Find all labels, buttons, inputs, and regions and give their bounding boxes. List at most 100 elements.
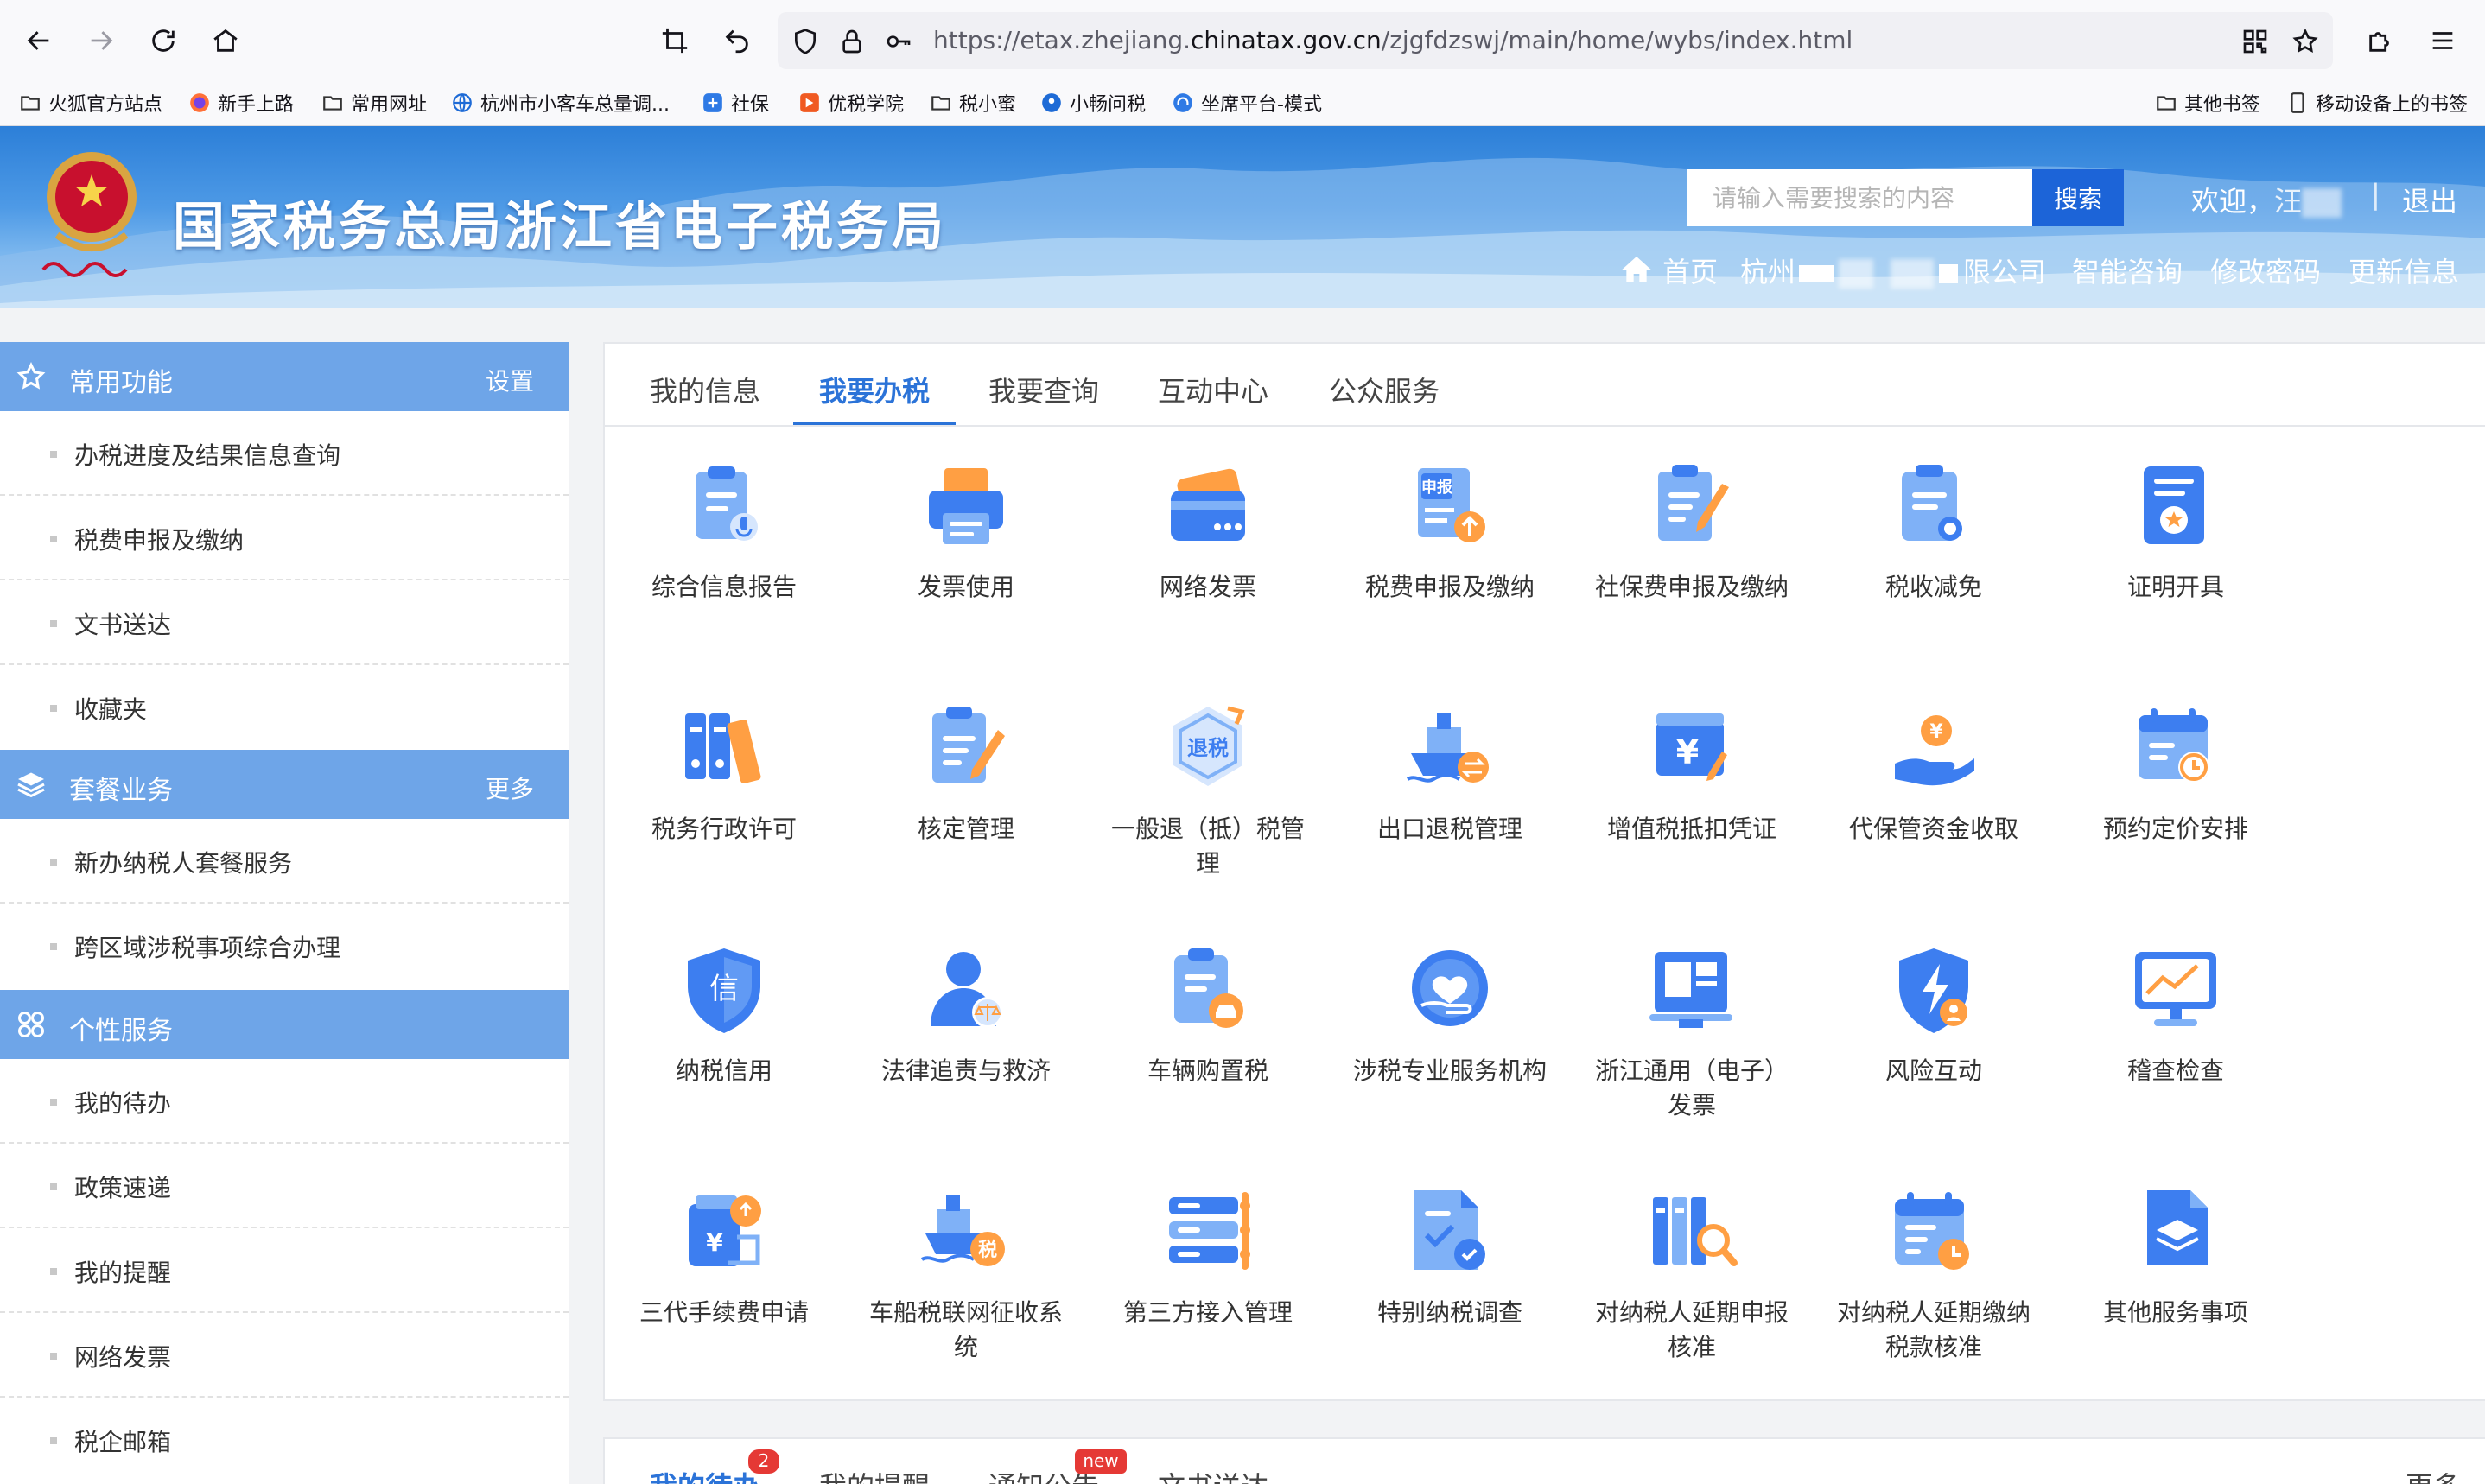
service-tile-label: 一般退（抵）税管理 (1110, 815, 1305, 878)
bookmark-item[interactable]: 移动设备上的书签 (2286, 88, 2468, 117)
vehicle-tax-icon (1160, 943, 1255, 1038)
screenshot-button[interactable] (653, 19, 696, 62)
service-tile[interactable]: 稽查检查 (2072, 943, 2279, 1151)
service-tile[interactable]: 证明开具 (2072, 460, 2279, 667)
smart-consult-link[interactable]: 智能咨询 (2072, 251, 2183, 290)
service-tile[interactable]: 社保费申报及缴纳 (1588, 460, 1795, 667)
forward-button[interactable] (79, 19, 123, 62)
site-title: 国家税务总局浙江省电子税务局 (173, 197, 947, 257)
bookmark-item[interactable]: 常用网址 (321, 88, 427, 117)
bookmark-item[interactable]: 其他书签 (2155, 88, 2260, 117)
sidebar-item[interactable]: 税费申报及缴纳 (0, 496, 569, 580)
service-tile[interactable]: 申报 税费申报及缴纳 (1346, 460, 1554, 667)
todo-count-badge: 2 (748, 1449, 779, 1474)
service-tile[interactable]: 核定管理 (862, 701, 1070, 909)
sidebar-item[interactable]: 新办纳税人套餐服务 (0, 819, 569, 904)
sidebar-item[interactable]: 收藏夹 (0, 665, 569, 750)
more-link[interactable]: 更多 (486, 771, 534, 805)
update-info-link[interactable]: 更新信息 (2348, 251, 2459, 290)
service-tile[interactable]: 发票使用 (862, 460, 1070, 667)
service-tile[interactable]: 退税 一般退（抵）税管理 (1104, 701, 1312, 909)
tab-public-service[interactable]: 公众服务 (1329, 370, 1440, 409)
tab-query[interactable]: 我要查询 (988, 370, 1099, 409)
service-tile[interactable]: 浙江通用（电子）发票 (1588, 943, 1795, 1151)
tab-interaction[interactable]: 互动中心 (1158, 370, 1268, 409)
service-tile[interactable]: 涉税专业服务机构 (1346, 943, 1554, 1151)
service-tile[interactable]: 出口退税管理 (1346, 701, 1554, 909)
service-tile[interactable]: 信纳税信用 (620, 943, 828, 1151)
tab-my-reminder[interactable]: 我的提醒 (819, 1465, 930, 1484)
bookmark-item[interactable]: 坐席平台-模式 (1172, 88, 1322, 117)
service-tile[interactable]: 综合信息报告 (620, 460, 828, 667)
menu-button[interactable] (2421, 19, 2464, 62)
undo-button[interactable] (715, 19, 759, 62)
tab-my-todo[interactable]: 我的待办 (650, 1465, 760, 1484)
service-tile[interactable]: 对纳税人延期缴纳税款核准 (1830, 1185, 2037, 1392)
redacted-company-part (1839, 259, 1874, 289)
sidebar-item[interactable]: 税企邮箱 (0, 1398, 569, 1482)
service-tile[interactable]: 第三方接入管理 (1104, 1185, 1312, 1392)
star-bookmark-icon[interactable] (2288, 24, 2323, 59)
location-icon (1040, 92, 1063, 114)
key-icon[interactable] (881, 24, 916, 59)
service-tile[interactable]: ¥ 三代手续费申请 (620, 1185, 828, 1392)
bookmark-item[interactable]: 优税学院 (798, 88, 904, 117)
bookmark-item[interactable]: 社保 (702, 88, 769, 117)
home-link[interactable]: 首页 (1619, 251, 1718, 290)
service-tile[interactable]: 特别纳税调查 (1346, 1185, 1554, 1392)
service-tile-label: 风险互动 (1884, 1056, 1982, 1085)
lock-icon[interactable] (835, 24, 869, 59)
sidebar-item[interactable]: 网络发票 (0, 1313, 569, 1398)
active-tab-indicator (793, 422, 956, 425)
extensions-button[interactable] (2359, 19, 2402, 62)
new-badge: new (1075, 1449, 1127, 1474)
settings-link[interactable]: 设置 (486, 363, 534, 397)
service-tile[interactable]: 税收减免 (1830, 460, 2037, 667)
qr-code-icon[interactable] (2238, 24, 2272, 59)
bookmark-item[interactable]: 新手上路 (188, 88, 294, 117)
sidebar-item[interactable]: 我的待办 (0, 1059, 569, 1144)
service-tile-label: 法律追责与救济 (880, 1056, 1051, 1085)
service-tile[interactable]: 风险互动 (1830, 943, 2037, 1151)
bookmark-label: 税小蜜 (959, 94, 1017, 116)
company-name[interactable]: 杭州 限公司 (1740, 251, 2046, 290)
service-tile-label: 证明开具 (2126, 573, 2224, 601)
company-suffix: 限公司 (1963, 256, 2047, 289)
service-tile[interactable]: 网络发票 (1104, 460, 1312, 667)
bookmark-item[interactable]: 小畅问税 (1040, 88, 1146, 117)
service-tile[interactable]: 税车船税联网征收系统 (862, 1185, 1070, 1392)
bookmark-item[interactable]: 杭州市小客车总量调... (451, 88, 670, 117)
sidebar-item-label: 网络发票 (74, 1343, 172, 1372)
reload-button[interactable] (142, 19, 185, 62)
service-tile[interactable]: 车辆购置税 (1104, 943, 1312, 1151)
more-link[interactable]: 更多 (2406, 1465, 2461, 1484)
service-tile[interactable]: 其他服务事项 (2072, 1185, 2279, 1392)
search-input[interactable] (1687, 169, 2032, 226)
search-button[interactable]: 搜索 (2032, 169, 2124, 226)
sidebar-item[interactable]: 政策速递 (0, 1144, 569, 1228)
sidebar-item[interactable]: 我的提醒 (0, 1228, 569, 1313)
tab-handle-tax[interactable]: 我要办税 (819, 370, 930, 409)
service-tile[interactable]: ¥ 代保管资金收取 (1830, 701, 2037, 909)
address-bar[interactable]: https://etax.zhejiang.chinatax.gov.cn/zj… (778, 12, 2333, 69)
logout-link[interactable]: 退出 (2402, 180, 2457, 219)
back-button[interactable] (17, 19, 60, 62)
bookmark-item[interactable]: 火狐官方站点 (19, 88, 162, 117)
shield-icon[interactable] (788, 24, 823, 59)
tab-my-info[interactable]: 我的信息 (650, 370, 760, 409)
tab-documents[interactable]: 文书送达 (1158, 1465, 1268, 1484)
url-text[interactable]: https://etax.zhejiang.chinatax.gov.cn/zj… (933, 26, 1853, 54)
service-tile[interactable]: ¥ 增值税抵扣凭证 (1588, 701, 1795, 909)
change-password-link[interactable]: 修改密码 (2210, 251, 2321, 290)
sidebar-item[interactable]: 跨区域涉税事项综合办理 (0, 904, 569, 988)
sidebar-item-label: 新办纳税人套餐服务 (74, 849, 293, 878)
sidebar-item[interactable]: 文书送达 (0, 580, 569, 665)
service-tile[interactable]: 税务行政许可 (620, 701, 828, 909)
sidebar-item[interactable]: 办税进度及结果信息查询 (0, 411, 569, 496)
service-tile-label: 税收减免 (1884, 573, 1982, 601)
bookmark-item[interactable]: 税小蜜 (930, 88, 1016, 117)
service-tile[interactable]: 预约定价安排 (2072, 701, 2279, 909)
home-button[interactable] (204, 19, 247, 62)
service-tile[interactable]: 法律追责与救济 (862, 943, 1070, 1151)
service-tile[interactable]: 对纳税人延期申报核准 (1588, 1185, 1795, 1392)
